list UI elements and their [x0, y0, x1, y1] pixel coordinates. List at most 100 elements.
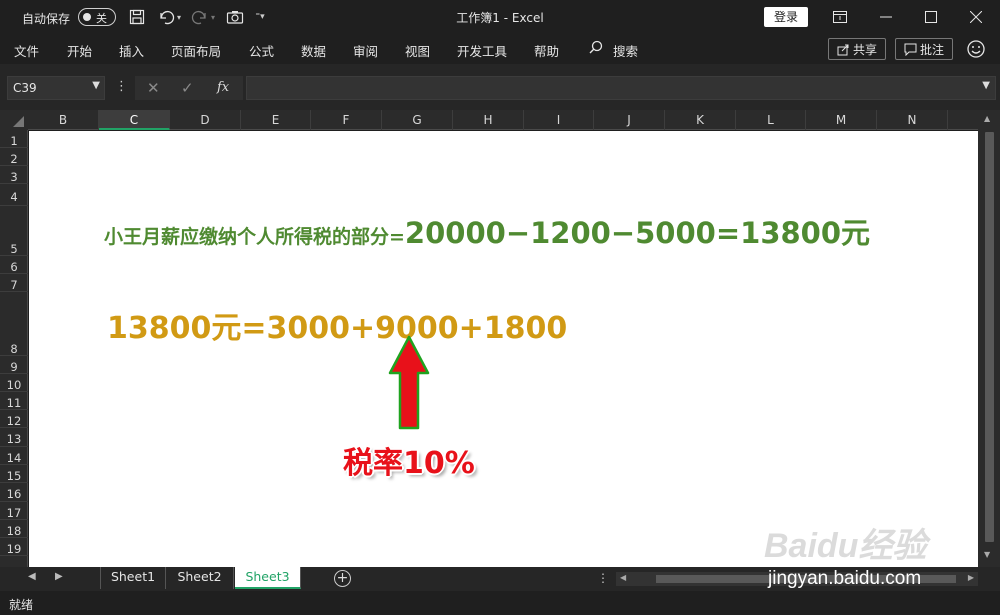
scroll-up-icon[interactable]: ▲: [984, 114, 990, 123]
row-header[interactable]: 12: [0, 410, 28, 428]
tab-help[interactable]: 帮助: [534, 41, 559, 60]
row-header[interactable]: 8: [0, 292, 28, 356]
row-header[interactable]: 1: [0, 130, 28, 148]
column-header-selected[interactable]: C: [99, 110, 170, 130]
next-sheet-icon[interactable]: ▶: [55, 571, 63, 582]
column-headers: B C D E F G H I J K L M N: [28, 110, 988, 130]
tab-file[interactable]: 文件: [14, 41, 39, 60]
add-sheet-icon[interactable]: +: [334, 570, 351, 587]
name-box[interactable]: C39 ▼: [7, 76, 105, 100]
enter-check-icon[interactable]: ✓: [181, 79, 194, 97]
prev-sheet-icon[interactable]: ◀: [28, 571, 36, 582]
row-header[interactable]: 2: [0, 148, 28, 166]
row-header[interactable]: 9: [0, 356, 28, 374]
comment-icon: [904, 43, 917, 56]
close-icon[interactable]: [956, 4, 996, 30]
autosave-toggle[interactable]: 关: [78, 8, 116, 26]
row-header[interactable]: 15: [0, 465, 28, 483]
tab-home[interactable]: 开始: [67, 41, 92, 60]
row-header[interactable]: 14: [0, 447, 28, 465]
row-header[interactable]: 19: [0, 538, 28, 556]
scroll-left-icon[interactable]: ◀: [620, 573, 626, 582]
chevron-down-icon: ▼: [92, 80, 100, 91]
row-header[interactable]: 11: [0, 392, 28, 410]
row-header[interactable]: 6: [0, 256, 28, 274]
search-icon[interactable]: [589, 40, 603, 57]
column-header[interactable]: H: [453, 110, 524, 130]
tab-data[interactable]: 数据: [301, 41, 326, 60]
ribbon-display-icon[interactable]: [820, 4, 860, 30]
row-header[interactable]: 18: [0, 520, 28, 538]
expand-formula-icon[interactable]: ▼: [982, 80, 990, 91]
tax-base-label: 小王月薪应缴纳个人所得税的部分=: [104, 226, 405, 248]
select-all-corner[interactable]: [0, 110, 28, 130]
column-header[interactable]: L: [736, 110, 806, 130]
autosave-state: 关: [96, 12, 107, 25]
vertical-scroll-thumb[interactable]: [985, 132, 994, 542]
vertical-scrollbar[interactable]: ▲ ▼: [978, 110, 1000, 567]
bracket-breakdown-text: 13800元=3000+9000+1800: [107, 311, 568, 346]
column-header[interactable]: I: [524, 110, 594, 130]
autosave-label: 自动保存: [22, 12, 71, 26]
tax-base-calculation: 20000−1200−5000=13800元: [404, 216, 871, 250]
feedback-smiley-icon[interactable]: [966, 39, 986, 59]
cancel-icon[interactable]: ✕: [147, 79, 160, 97]
tab-developer[interactable]: 开发工具: [457, 41, 507, 60]
row-header[interactable]: 13: [0, 428, 28, 447]
customize-toolbar-icon[interactable]: ⁼▾: [253, 7, 267, 27]
sheet-tab[interactable]: Sheet2: [166, 567, 234, 589]
tab-formulas[interactable]: 公式: [249, 41, 274, 60]
share-button[interactable]: 共享: [828, 38, 886, 60]
row-header[interactable]: 3: [0, 166, 28, 184]
redo-dropdown-icon: ▾: [210, 12, 215, 22]
save-icon[interactable]: [127, 7, 147, 27]
formula-input[interactable]: ▼: [246, 76, 996, 100]
column-header[interactable]: B: [28, 110, 99, 130]
tab-split-handle-icon[interactable]: ⋮: [597, 571, 609, 585]
camera-icon[interactable]: [225, 7, 245, 27]
column-header[interactable]: E: [241, 110, 311, 130]
row-header[interactable]: 10: [0, 374, 28, 392]
name-box-value: C39: [13, 81, 37, 95]
scroll-down-icon[interactable]: ▼: [984, 550, 990, 559]
undo-dropdown-icon[interactable]: ▾: [174, 7, 184, 27]
row-header[interactable]: 17: [0, 502, 28, 520]
column-header[interactable]: G: [382, 110, 453, 130]
comments-button[interactable]: 批注: [895, 38, 953, 60]
insert-function-icon[interactable]: fx: [217, 80, 229, 95]
login-button[interactable]: 登录: [764, 7, 808, 27]
column-header[interactable]: M: [806, 110, 877, 130]
status-text: 就绪: [9, 598, 34, 612]
tab-page-layout[interactable]: 页面布局: [171, 41, 221, 60]
column-header[interactable]: N: [877, 110, 948, 130]
undo-icon[interactable]: [156, 7, 176, 27]
toggle-knob: [83, 13, 91, 21]
formula-bar-area: C39 ▼ ⋮ ✕ ✓ fx ▼: [0, 64, 1000, 110]
column-header[interactable]: F: [311, 110, 382, 130]
sheet-tab-active[interactable]: Sheet3: [235, 567, 301, 589]
row-header[interactable]: 4: [0, 184, 28, 206]
row-headers: 1 2 3 4 5 6 7 8 9 10 11 12 13 14 15 16 1…: [0, 130, 28, 567]
sheet-tab[interactable]: Sheet1: [100, 567, 166, 589]
column-header[interactable]: D: [170, 110, 241, 130]
row-header[interactable]: 7: [0, 274, 28, 292]
maximize-icon[interactable]: [911, 4, 951, 30]
tab-view[interactable]: 视图: [405, 41, 430, 60]
tab-insert[interactable]: 插入: [119, 41, 144, 60]
redo-icon: [190, 7, 210, 27]
scroll-right-icon[interactable]: ▶: [968, 573, 974, 582]
row-header[interactable]: 5: [0, 206, 28, 256]
row-header[interactable]: 16: [0, 483, 28, 502]
tab-search[interactable]: 搜索: [613, 41, 638, 60]
baidu-watermark-logo: Baidu经验: [764, 527, 927, 565]
column-header[interactable]: K: [665, 110, 736, 130]
column-header[interactable]: J: [594, 110, 665, 130]
baidu-watermark-url: jingyan.baidu.com: [768, 568, 922, 589]
comments-label: 批注: [919, 42, 944, 57]
more-options-icon[interactable]: ⋮: [115, 79, 128, 94]
share-label: 共享: [852, 42, 877, 57]
worksheet-grid[interactable]: [29, 131, 978, 567]
ribbon-tabs: 文件 开始 插入 页面布局 公式 数据 审阅 视图 开发工具 帮助 搜索 共享 …: [0, 34, 1000, 64]
tab-review[interactable]: 审阅: [353, 41, 378, 60]
minimize-icon[interactable]: [866, 4, 906, 30]
